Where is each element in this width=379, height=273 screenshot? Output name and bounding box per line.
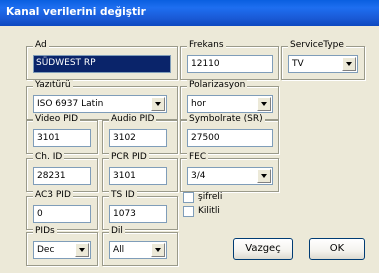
title-bar: Kanal verilerini değiştir bbox=[0, 0, 379, 26]
ac3-pid-input[interactable]: 0 bbox=[33, 205, 91, 223]
ad-label: Ad bbox=[33, 40, 49, 51]
pids-select[interactable]: Dec bbox=[33, 241, 91, 259]
name-input[interactable]: SÜDWEST RP bbox=[33, 55, 171, 73]
ad-group: Ad SÜDWEST RP bbox=[26, 40, 178, 80]
fec-select[interactable]: 3/4 bbox=[187, 167, 273, 185]
video-pid-group: Video PID 3101 bbox=[26, 114, 98, 154]
ts-id-group: TS ID 1073 bbox=[102, 190, 178, 230]
pids-value: Dec bbox=[37, 245, 55, 255]
ac3-pid-label: AC3 PID bbox=[33, 190, 73, 201]
polarization-select[interactable]: hor bbox=[187, 95, 273, 113]
symbolrate-group: Symbolrate (SR) 27500 bbox=[180, 114, 279, 154]
cancel-button[interactable]: Vazgeç bbox=[233, 238, 293, 260]
chevron-down-icon[interactable] bbox=[75, 243, 89, 257]
frequency-input[interactable]: 12110 bbox=[187, 55, 273, 73]
audio-pid-label: Audio PID bbox=[109, 114, 157, 125]
ch-id-label: Ch. ID bbox=[33, 152, 65, 163]
pcr-pid-label: PCR PID bbox=[109, 152, 149, 163]
pids-label: PIDs bbox=[33, 226, 57, 237]
chevron-down-icon[interactable] bbox=[151, 97, 165, 111]
fec-group: FEC 3/4 bbox=[180, 152, 279, 192]
service-type-group: ServiceType TV bbox=[281, 40, 365, 80]
pcr-pid-group: PCR PID 3101 bbox=[102, 152, 178, 192]
charset-select[interactable]: ISO 6937 Latin bbox=[33, 95, 167, 113]
sifreli-label: şifreli bbox=[198, 192, 223, 202]
service-type-value: TV bbox=[292, 59, 304, 69]
charset-value: ISO 6937 Latin bbox=[37, 99, 104, 109]
fec-value: 3/4 bbox=[191, 171, 206, 181]
ts-id-input[interactable]: 1073 bbox=[109, 205, 167, 223]
kilitli-label: Kilitli bbox=[198, 206, 220, 216]
polarization-value: hor bbox=[191, 99, 206, 109]
ok-button[interactable]: OK bbox=[309, 238, 365, 260]
frekans-label: Frekans bbox=[187, 40, 226, 51]
chevron-down-icon[interactable] bbox=[151, 243, 165, 257]
ac3-pid-group: AC3 PID 0 bbox=[26, 190, 98, 230]
ch-id-group: Ch. ID 28231 bbox=[26, 152, 98, 192]
dil-label: Dil bbox=[109, 226, 125, 237]
symbolrate-input[interactable]: 27500 bbox=[187, 129, 273, 147]
pids-group: PIDs Dec bbox=[26, 226, 98, 266]
video-pid-label: Video PID bbox=[33, 114, 81, 125]
channel-id-input[interactable]: 28231 bbox=[33, 167, 91, 185]
language-select[interactable]: All bbox=[109, 241, 167, 259]
kilitli-checkbox[interactable] bbox=[183, 206, 194, 217]
language-value: All bbox=[113, 245, 125, 255]
pcr-pid-input[interactable]: 3101 bbox=[109, 167, 167, 185]
polarizasyon-label: Polarizasyon bbox=[187, 80, 248, 91]
audio-pid-group: Audio PID 3102 bbox=[102, 114, 178, 154]
chevron-down-icon[interactable] bbox=[257, 97, 271, 111]
sifreli-checkbox[interactable] bbox=[183, 192, 194, 203]
ts-id-label: TS ID bbox=[109, 190, 137, 201]
chevron-down-icon[interactable] bbox=[342, 57, 356, 71]
window-title: Kanal verilerini değiştir bbox=[6, 6, 146, 18]
yazitur-label: Yazıtürü bbox=[33, 80, 73, 91]
frekans-group: Frekans 12110 bbox=[180, 40, 279, 80]
symbolrate-label: Symbolrate (SR) bbox=[187, 114, 265, 125]
service-type-select[interactable]: TV bbox=[288, 55, 358, 73]
video-pid-input[interactable]: 3101 bbox=[33, 129, 91, 147]
service-type-label: ServiceType bbox=[288, 40, 346, 51]
chevron-down-icon[interactable] bbox=[257, 169, 271, 183]
dil-group: Dil All bbox=[102, 226, 178, 266]
audio-pid-input[interactable]: 3102 bbox=[109, 129, 167, 147]
dialog-body: Ad SÜDWEST RP Frekans 12110 ServiceType … bbox=[3, 26, 376, 271]
fec-label: FEC bbox=[187, 152, 209, 163]
